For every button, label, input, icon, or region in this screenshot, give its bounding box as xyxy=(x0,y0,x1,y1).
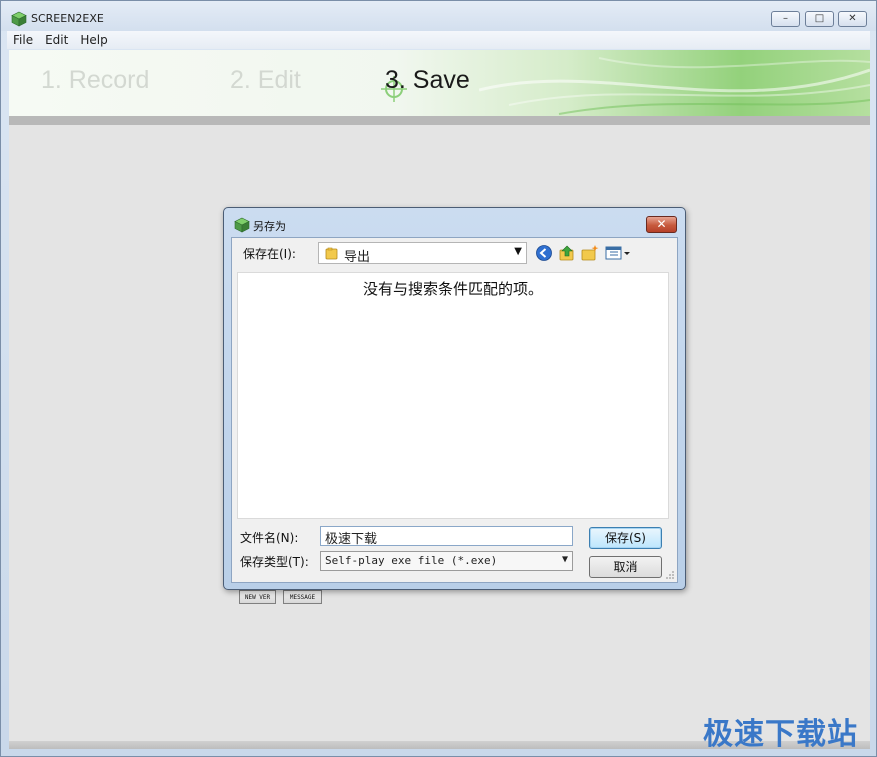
dialog-close-button[interactable]: ✕ xyxy=(646,216,677,233)
menu-help[interactable]: Help xyxy=(74,33,113,47)
dialog-app-icon xyxy=(234,217,250,233)
menu-edit[interactable]: Edit xyxy=(39,33,74,47)
new-folder-icon[interactable] xyxy=(581,244,599,262)
filetype-label: 保存类型(T): xyxy=(240,555,309,569)
banner-divider xyxy=(9,116,870,125)
filetype-select[interactable]: Self-play exe file (*.exe) ▼ xyxy=(320,551,573,571)
close-icon: ✕ xyxy=(848,13,857,24)
title-bar[interactable]: SCREEN2EXE – □ ✕ xyxy=(1,1,876,31)
view-menu-icon[interactable] xyxy=(605,244,631,262)
new-version-label: NEW VER xyxy=(244,593,271,601)
look-in-value: 导出 xyxy=(344,250,371,265)
watermark-text: 极速下载站 xyxy=(703,717,858,752)
message-label: MESSAGE xyxy=(289,593,316,601)
look-in-dropdown[interactable]: 导出 ▼ xyxy=(318,242,527,265)
cancel-button[interactable]: 取消 xyxy=(589,556,662,578)
app-window: SCREEN2EXE – □ ✕ File Edit Help 1. Recor… xyxy=(0,0,877,757)
maximize-button[interactable]: □ xyxy=(805,11,834,27)
back-icon[interactable] xyxy=(535,244,553,262)
folder-icon xyxy=(325,247,338,260)
menu-file[interactable]: File xyxy=(7,33,39,47)
up-folder-icon[interactable] xyxy=(558,244,576,262)
app-icon xyxy=(11,11,27,27)
empty-list-message: 没有与搜索条件匹配的项。 xyxy=(362,280,543,298)
message-button[interactable]: MESSAGE xyxy=(283,590,322,604)
dialog-title: 另存为 xyxy=(253,220,286,233)
step-edit[interactable]: 2. Edit xyxy=(230,66,301,95)
minimize-icon: – xyxy=(783,13,788,24)
file-list[interactable]: 没有与搜索条件匹配的项。 xyxy=(237,272,669,519)
menu-bar: File Edit Help xyxy=(7,31,870,49)
filename-input[interactable]: 极速下载 xyxy=(320,526,573,547)
filetype-value: Self-play exe file (*.exe) xyxy=(325,554,498,567)
new-version-button[interactable]: NEW VER xyxy=(239,590,276,604)
chevron-down-icon: ▼ xyxy=(561,554,568,565)
save-button[interactable]: 保存(S) xyxy=(589,527,662,549)
app-title: SCREEN2EXE xyxy=(31,12,104,25)
close-button[interactable]: ✕ xyxy=(838,11,867,27)
dialog-body: 保存在(I): 导出 ▼ 没有与搜索条件匹配的项。 文件名(N): 极速下载 保… xyxy=(231,237,678,583)
resize-grip-icon[interactable] xyxy=(665,570,675,580)
save-as-dialog: 另存为 ✕ 保存在(I): 导出 ▼ 没有与搜索条件匹配的项。 文件名(N): … xyxy=(223,207,686,590)
chevron-down-icon: ▼ xyxy=(514,246,522,257)
minimize-button[interactable]: – xyxy=(771,11,800,27)
close-icon: ✕ xyxy=(656,217,667,231)
step-save[interactable]: 3. Save xyxy=(385,66,470,95)
maximize-icon: □ xyxy=(814,13,825,24)
banner-decoration xyxy=(479,57,870,115)
look-in-label: 保存在(I): xyxy=(243,247,296,261)
filename-label: 文件名(N): xyxy=(240,531,299,545)
step-record[interactable]: 1. Record xyxy=(41,66,149,95)
step-banner: 1. Record 2. Edit 3. Save xyxy=(9,50,870,116)
